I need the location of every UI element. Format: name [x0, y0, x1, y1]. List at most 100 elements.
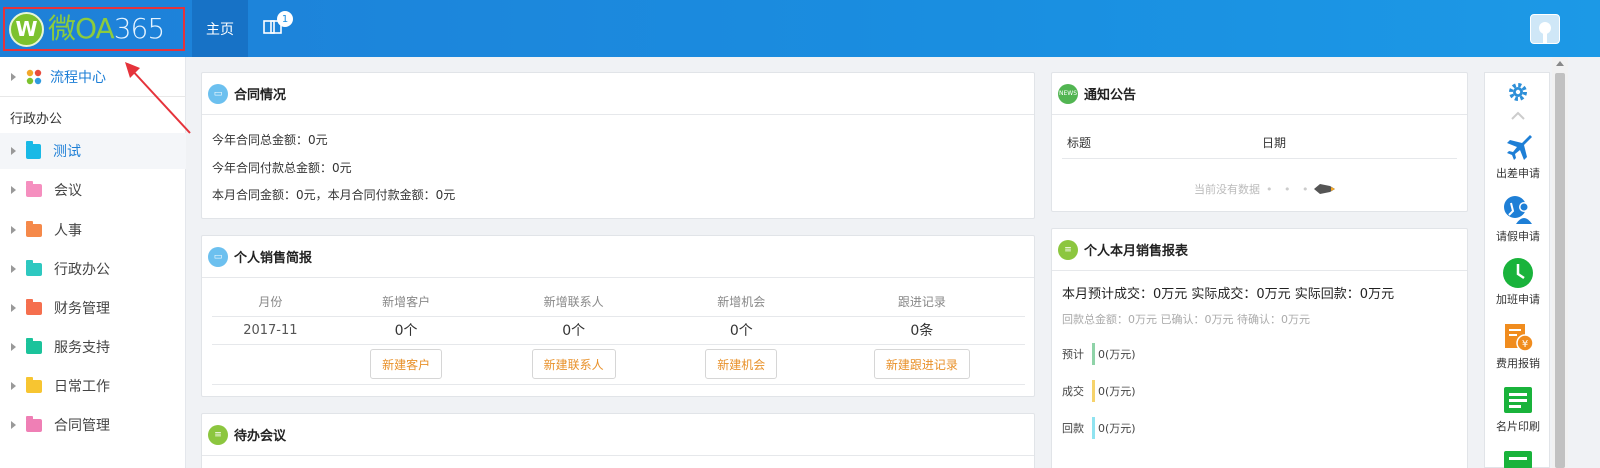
expand-arrow-icon	[11, 186, 16, 194]
table-cell: 新建联系人	[483, 344, 664, 385]
sales-table: 月份 新增客户 新增联系人 新增机会 跟进记录 2017-11 0个 0个 0个…	[212, 288, 1025, 385]
bar-label: 成交	[1062, 385, 1084, 398]
panel-header: ≡ 待办会议	[202, 414, 1034, 456]
panel-title: 待办会议	[234, 429, 287, 444]
scroll-thumb[interactable]	[1555, 73, 1565, 468]
airplane-icon	[1502, 131, 1534, 163]
sidebar-item-finance[interactable]: 财务管理	[0, 290, 186, 326]
panel-title: 个人销售简报	[234, 251, 313, 266]
avatar[interactable]	[1530, 14, 1560, 44]
sidebar-item-test[interactable]: 测试	[0, 133, 186, 169]
quick-overtime[interactable]: 加班申请	[1485, 257, 1551, 307]
new-followup-button[interactable]: 新建跟进记录	[873, 349, 970, 379]
user-avatar-icon	[1539, 22, 1551, 43]
clock-icon	[1502, 257, 1534, 289]
report-icon: ≡	[1058, 239, 1078, 260]
quick-label: 出差申请	[1496, 167, 1540, 180]
bar-value: 0(万元)	[1098, 385, 1136, 398]
quick-expense[interactable]: ¥ 费用报销	[1485, 321, 1551, 371]
rocket-icon	[1314, 184, 1336, 194]
sales-brief-panel: ▭ 个人销售简报 月份 新增客户 新增联系人 新增机会 跟进记录 2017-11…	[201, 235, 1035, 397]
quick-leave[interactable]: 请假申请	[1485, 194, 1551, 244]
table-cell: 新建机会	[663, 344, 819, 385]
sidebar-item-label: 日常工作	[54, 379, 110, 395]
expand-arrow-icon	[11, 265, 16, 273]
logo-text: 微OA365	[48, 12, 165, 45]
sidebar-item-workflow[interactable]: 流程中心	[0, 59, 186, 95]
bar-row-estimate: 预计 0(万元)	[1062, 343, 1136, 365]
sidebar-item-label: 测试	[53, 144, 81, 160]
sidebar-item-contract[interactable]: 合同管理	[0, 407, 186, 443]
notice-panel: NEWS 通知公告 标题 日期 当前没有数据 • • •	[1051, 72, 1468, 212]
quick-business-trip[interactable]: 出差申请	[1485, 131, 1551, 181]
sidebar-item-label: 财务管理	[54, 301, 110, 317]
chat-icon: ▭	[208, 83, 228, 104]
expand-arrow-icon	[11, 147, 16, 155]
folder-icon	[26, 415, 42, 432]
sidebar-item-label: 服务支持	[54, 340, 110, 356]
divider	[0, 96, 186, 97]
table-cell: 0个	[663, 316, 819, 345]
bar	[1092, 343, 1095, 365]
table-cell: 2017-11	[212, 316, 329, 345]
partial-green-icon	[1504, 451, 1532, 468]
folder-icon	[26, 376, 42, 393]
expand-arrow-icon	[11, 382, 16, 390]
table-cell	[212, 344, 329, 385]
sidebar-item-hr[interactable]: 人事	[0, 212, 186, 248]
table-cell: 0条	[818, 316, 1025, 345]
sidebar-item-admin[interactable]: 行政办公	[0, 251, 186, 287]
folder-icon	[26, 259, 42, 276]
empty-state: 当前没有数据 • • •	[1194, 181, 1336, 197]
bar-value: 0(万元)	[1098, 348, 1136, 361]
panel-header: ▭ 合同情况	[202, 73, 1034, 115]
contract-paid-total: 今年合同付款总金额：0元	[212, 161, 352, 175]
scroll-up-arrow-icon[interactable]	[1556, 61, 1564, 66]
quick-access-panel: 出差申请 请假申请 加班申请 ¥ 费用报销 名片印刷	[1484, 72, 1550, 468]
panel-title: 个人本月销售报表	[1084, 244, 1189, 259]
panel-header: ≡ 个人本月销售报表	[1052, 229, 1467, 271]
bar-value: 0(万元)	[1098, 422, 1136, 435]
new-customer-button[interactable]: 新建客户	[370, 349, 443, 379]
business-card-icon	[1502, 384, 1534, 416]
sidebar-item-label: 合同管理	[54, 418, 110, 434]
bar	[1092, 417, 1095, 439]
new-contact-button[interactable]: 新建联系人	[531, 349, 616, 379]
svg-text:¥: ¥	[1522, 339, 1528, 350]
bar	[1092, 380, 1095, 402]
folder-icon	[26, 337, 42, 354]
sidebar-item-meeting[interactable]: 会议	[0, 172, 186, 208]
sidebar-item-service[interactable]: 服务支持	[0, 329, 186, 365]
contract-month: 本月合同金额：0元，本月合同付款金额：0元	[212, 188, 456, 202]
logo[interactable]: W 微OA365	[3, 7, 185, 51]
column-header: 日期	[1262, 136, 1287, 150]
column-header: 月份	[212, 288, 329, 317]
bar-row-payment: 回款 0(万元)	[1062, 417, 1136, 439]
sidebar-item-daily[interactable]: 日常工作	[0, 368, 186, 404]
panel-title: 合同情况	[234, 88, 287, 103]
top-bar: W 微OA365 主页 1	[0, 0, 1600, 57]
meetings-panel: ≡ 待办会议	[201, 413, 1035, 468]
panel-title: 通知公告	[1084, 88, 1137, 103]
quick-business-card[interactable]: 名片印刷	[1485, 384, 1551, 434]
scrollbar[interactable]	[1552, 57, 1568, 468]
contract-panel: ▭ 合同情况 今年合同总金额：0元 今年合同付款总金额：0元 本月合同金额：0元…	[201, 72, 1035, 219]
expand-arrow-icon	[11, 304, 16, 312]
chat-icon: ▭	[208, 246, 228, 267]
workflow-icon	[26, 69, 42, 85]
contract-total: 今年合同总金额：0元	[212, 133, 328, 147]
table-row: 2017-11 0个 0个 0个 0条	[212, 316, 1025, 345]
report-subsummary: 回款总金额：0万元 已确认：0万元 待确认：0万元	[1062, 313, 1310, 326]
expand-arrow-icon	[11, 421, 16, 429]
folder-icon	[26, 180, 42, 197]
chevron-up-icon[interactable]	[1511, 111, 1525, 121]
new-opportunity-button[interactable]: 新建机会	[705, 349, 778, 379]
gear-icon[interactable]	[1506, 80, 1530, 104]
logo-mark: W	[9, 11, 44, 47]
column-header: 新增机会	[663, 288, 819, 317]
nav-home[interactable]: 主页	[192, 0, 248, 57]
message-badge: 1	[277, 11, 293, 27]
column-header: 新增客户	[328, 288, 484, 317]
column-header: 新增联系人	[483, 288, 664, 317]
report-summary: 本月预计成交：0万元 实际成交：0万元 实际回款：0万元	[1062, 287, 1395, 302]
